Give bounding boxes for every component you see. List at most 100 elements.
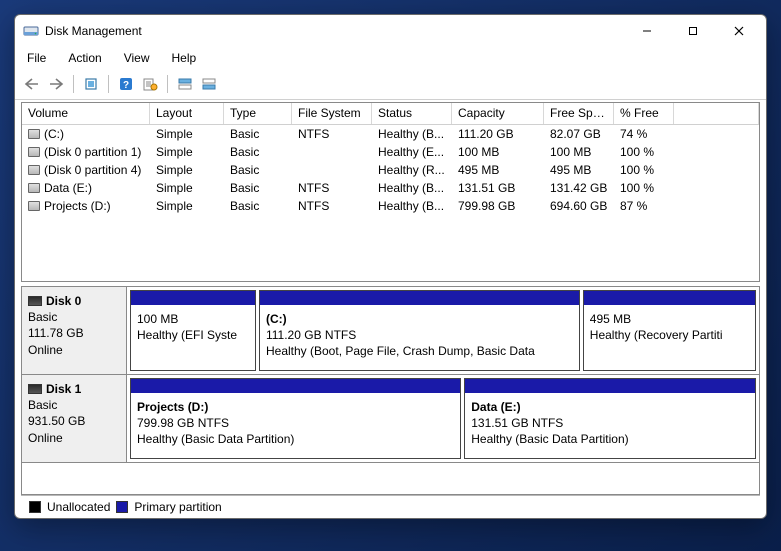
drive-icon bbox=[28, 129, 40, 139]
menu-file[interactable]: File bbox=[23, 49, 50, 67]
volume-rows[interactable]: (C:)SimpleBasicNTFSHealthy (B...111.20 G… bbox=[22, 125, 759, 281]
minimize-button[interactable] bbox=[624, 15, 670, 47]
maximize-button[interactable] bbox=[670, 15, 716, 47]
titlebar[interactable]: Disk Management bbox=[15, 15, 766, 47]
volume-pct: 87 % bbox=[614, 199, 674, 213]
volume-row[interactable]: Data (E:) SimpleBasicNTFSHealthy (B... 131… bbox=[22, 179, 759, 197]
disk-name: Disk 0 bbox=[46, 293, 81, 309]
disk-size: 111.78 GB bbox=[28, 325, 120, 341]
drive-icon bbox=[28, 147, 40, 157]
volume-free: 131.42 GB bbox=[544, 181, 614, 195]
volume-type: Basic bbox=[224, 163, 292, 177]
disk-row[interactable]: Disk 1Basic931.50 GBOnlineProjects (D:)7… bbox=[22, 375, 759, 463]
volume-capacity: 100 MB bbox=[452, 145, 544, 159]
window: Disk Management File Action View Help ? bbox=[14, 14, 767, 519]
volume-layout: Simple bbox=[150, 181, 224, 195]
partition-status: Healthy (Basic Data Partition) bbox=[137, 431, 454, 447]
partition-info: 131.51 GB NTFS bbox=[471, 415, 749, 431]
partition-stripe bbox=[584, 291, 755, 305]
volume-row[interactable]: (Disk 0 partition 1)SimpleBasicHealthy (… bbox=[22, 143, 759, 161]
col-layout[interactable]: Layout bbox=[150, 103, 224, 124]
menu-view[interactable]: View bbox=[120, 49, 154, 67]
volume-list[interactable]: Volume Layout Type File System Status Ca… bbox=[21, 102, 760, 282]
view-top-button[interactable] bbox=[174, 73, 196, 95]
volume-status: Healthy (B... bbox=[372, 181, 452, 195]
close-button[interactable] bbox=[716, 15, 762, 47]
drive-icon bbox=[28, 165, 40, 175]
toolbar-separator bbox=[73, 75, 74, 93]
col-pctfree[interactable]: % Free bbox=[614, 103, 674, 124]
volume-list-header[interactable]: Volume Layout Type File System Status Ca… bbox=[22, 103, 759, 125]
disk-label[interactable]: Disk 0Basic111.78 GBOnline bbox=[22, 287, 127, 374]
volume-free: 694.60 GB bbox=[544, 199, 614, 213]
menu-help[interactable]: Help bbox=[168, 49, 201, 67]
disk-map[interactable]: Disk 0Basic111.78 GBOnline100 MBHealthy … bbox=[21, 286, 760, 495]
refresh-button[interactable] bbox=[80, 73, 102, 95]
volume-layout: Simple bbox=[150, 127, 224, 141]
volume-fs: NTFS bbox=[292, 127, 372, 141]
col-volume[interactable]: Volume bbox=[22, 103, 150, 124]
disk-partitions: Projects (D:)799.98 GB NTFSHealthy (Basi… bbox=[127, 375, 759, 462]
volume-status: Healthy (E... bbox=[372, 145, 452, 159]
col-status[interactable]: Status bbox=[372, 103, 452, 124]
volume-layout: Simple bbox=[150, 145, 224, 159]
disk-size: 931.50 GB bbox=[28, 413, 120, 429]
volume-layout: Simple bbox=[150, 199, 224, 213]
toolbar-separator bbox=[167, 75, 168, 93]
menu-action[interactable]: Action bbox=[64, 49, 105, 67]
volume-layout: Simple bbox=[150, 163, 224, 177]
partition-name: (C:) bbox=[266, 311, 573, 327]
disk-type: Basic bbox=[28, 309, 120, 325]
disk-label[interactable]: Disk 1Basic931.50 GBOnline bbox=[22, 375, 127, 462]
partition-stripe bbox=[260, 291, 579, 305]
svg-text:?: ? bbox=[123, 80, 129, 91]
forward-button[interactable] bbox=[45, 73, 67, 95]
disk-row[interactable]: Disk 0Basic111.78 GBOnline100 MBHealthy … bbox=[22, 287, 759, 375]
col-free[interactable]: Free Spa... bbox=[544, 103, 614, 124]
volume-type: Basic bbox=[224, 127, 292, 141]
volume-status: Healthy (B... bbox=[372, 127, 452, 141]
volume-status: Healthy (B... bbox=[372, 199, 452, 213]
volume-name: Data (E:) bbox=[44, 181, 92, 195]
volume-pct: 100 % bbox=[614, 145, 674, 159]
col-type[interactable]: Type bbox=[224, 103, 292, 124]
partition[interactable]: 100 MBHealthy (EFI Syste bbox=[130, 290, 256, 371]
col-capacity[interactable]: Capacity bbox=[452, 103, 544, 124]
volume-type: Basic bbox=[224, 145, 292, 159]
volume-fs: NTFS bbox=[292, 181, 372, 195]
partition[interactable]: Data (E:)131.51 GB NTFSHealthy (Basic Da… bbox=[464, 378, 756, 459]
view-bottom-button[interactable] bbox=[198, 73, 220, 95]
partition-stripe bbox=[131, 291, 255, 305]
partition-info: 495 MB bbox=[590, 311, 749, 327]
content: Volume Layout Type File System Status Ca… bbox=[15, 100, 766, 495]
legend: Unallocated Primary partition bbox=[21, 495, 760, 518]
partition[interactable]: 495 MBHealthy (Recovery Partiti bbox=[583, 290, 756, 371]
drive-icon bbox=[28, 201, 40, 211]
volume-type: Basic bbox=[224, 181, 292, 195]
help-button[interactable]: ? bbox=[115, 73, 137, 95]
partition-status: Healthy (Boot, Page File, Crash Dump, Ba… bbox=[266, 343, 573, 359]
partition-stripe bbox=[131, 379, 460, 393]
partition[interactable]: (C:)111.20 GB NTFSHealthy (Boot, Page Fi… bbox=[259, 290, 580, 371]
volume-row[interactable]: Projects (D:)SimpleBasicNTFSHealthy (B..… bbox=[22, 197, 759, 215]
volume-row[interactable]: (C:)SimpleBasicNTFSHealthy (B...111.20 G… bbox=[22, 125, 759, 143]
disk-type: Basic bbox=[28, 397, 120, 413]
volume-fs: NTFS bbox=[292, 199, 372, 213]
volume-free: 82.07 GB bbox=[544, 127, 614, 141]
disk-state: Online bbox=[28, 342, 120, 358]
disk-name: Disk 1 bbox=[46, 381, 81, 397]
legend-unallocated: Unallocated bbox=[47, 500, 110, 514]
partition[interactable]: Projects (D:)799.98 GB NTFSHealthy (Basi… bbox=[130, 378, 461, 459]
disk-icon bbox=[28, 384, 42, 394]
volume-free: 100 MB bbox=[544, 145, 614, 159]
back-button[interactable] bbox=[21, 73, 43, 95]
volume-status: Healthy (R... bbox=[372, 163, 452, 177]
col-filesystem[interactable]: File System bbox=[292, 103, 372, 124]
properties-button[interactable] bbox=[139, 73, 161, 95]
legend-primary: Primary partition bbox=[134, 500, 221, 514]
partition-info: 100 MB bbox=[137, 311, 249, 327]
volume-row[interactable]: (Disk 0 partition 4)SimpleBasicHealthy (… bbox=[22, 161, 759, 179]
drive-icon bbox=[28, 183, 40, 193]
volume-capacity: 799.98 GB bbox=[452, 199, 544, 213]
partition-info: 799.98 GB NTFS bbox=[137, 415, 454, 431]
